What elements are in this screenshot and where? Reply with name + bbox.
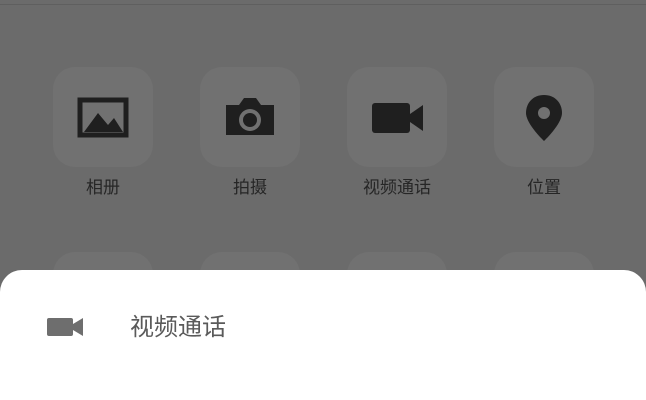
location-pin-icon (526, 95, 562, 141)
chat-screen-dimmed: 相册 拍摄 视频通话 位置 视频通话 (0, 0, 646, 400)
divider (0, 4, 646, 5)
bottom-sheet: 视频通话 (0, 270, 646, 400)
camera-button[interactable] (200, 67, 300, 167)
video-camera-icon (47, 318, 83, 336)
album-button[interactable] (53, 67, 153, 167)
video-call-option-label: 视频通话 (130, 313, 226, 341)
camera-label: 拍摄 (233, 178, 267, 198)
location-label: 位置 (527, 178, 561, 198)
photo-album-icon (77, 97, 129, 138)
video-call-option[interactable]: 视频通话 (0, 270, 646, 390)
location-button[interactable] (494, 67, 594, 167)
video-call-label: 视频通话 (363, 178, 431, 198)
video-camera-icon (372, 103, 423, 133)
video-call-button[interactable] (347, 67, 447, 167)
camera-icon (226, 98, 274, 135)
album-label: 相册 (86, 178, 120, 198)
